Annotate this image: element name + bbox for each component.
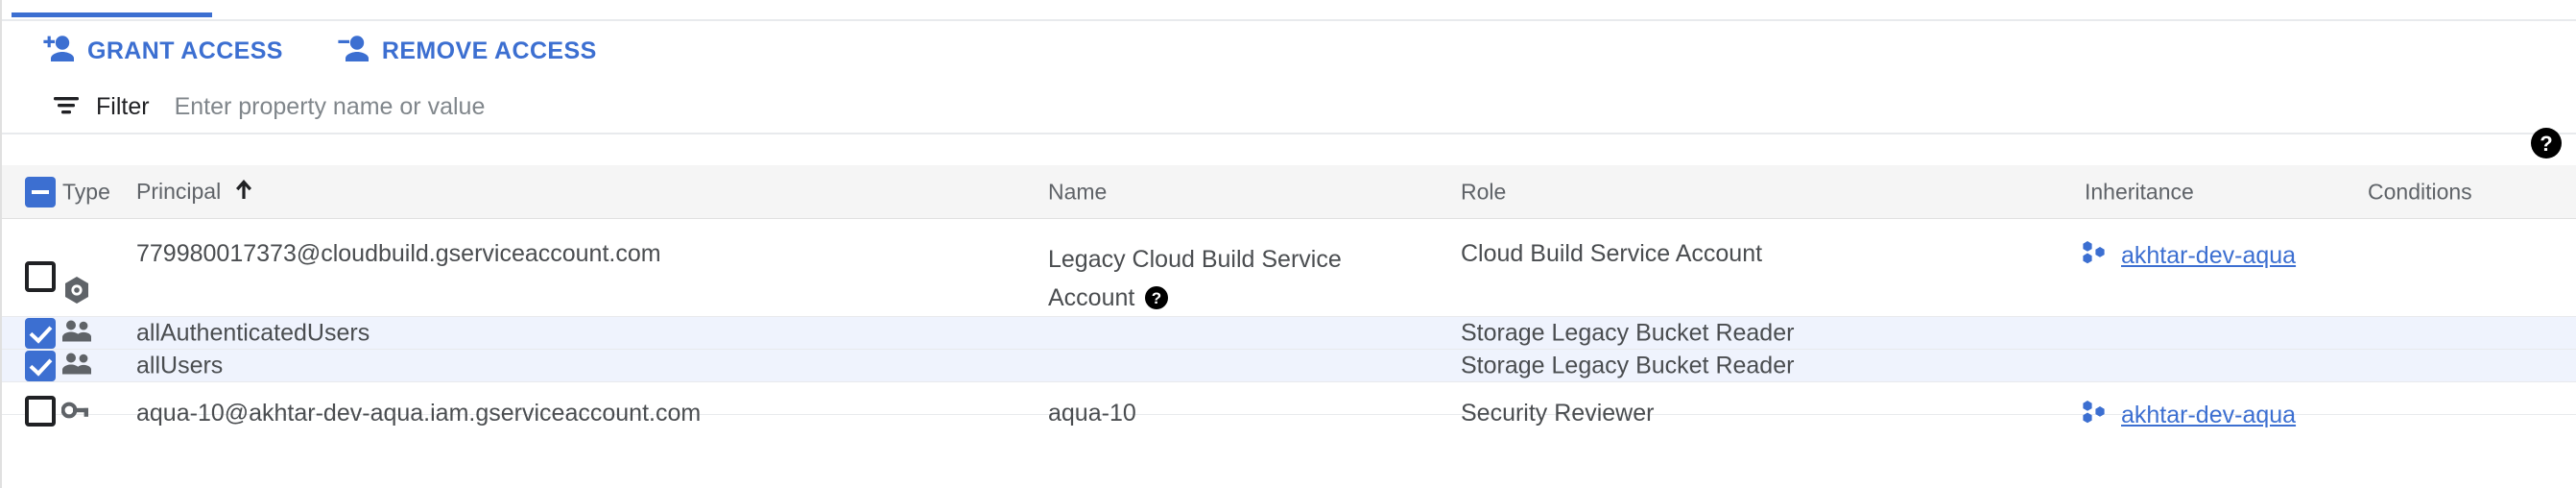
column-header-name[interactable]: Name	[1048, 179, 1107, 205]
remove-access-label: REMOVE ACCESS	[381, 37, 597, 64]
row-checkbox[interactable]	[25, 317, 56, 349]
person-remove-icon	[337, 34, 370, 69]
cell-principal: allUsers	[136, 352, 224, 378]
column-header-type[interactable]: Type	[62, 179, 110, 205]
grant-access-label: GRANT ACCESS	[87, 37, 283, 64]
tab-strip	[2, 0, 2576, 21]
cell-principal: 779980017373@cloudbuild.gserviceaccount.…	[136, 240, 661, 267]
row-checkbox[interactable]	[25, 396, 56, 427]
remove-access-button[interactable]: REMOVE ACCESS	[337, 26, 608, 77]
key-icon	[60, 396, 90, 429]
table-header-row: Type Principal Name Role Inheritance Con…	[2, 165, 2576, 219]
column-header-principal-label: Principal	[136, 179, 222, 204]
svg-text:?: ?	[2540, 132, 2552, 156]
group-icon	[61, 351, 92, 380]
help-circle-icon[interactable]: ?	[1144, 283, 1169, 322]
column-header-conditions[interactable]: Conditions	[2368, 179, 2472, 205]
active-tab-indicator	[12, 12, 212, 17]
table-row[interactable]: allAuthenticatedUsers Storage Legacy Buc…	[2, 317, 2576, 350]
column-header-inheritance[interactable]: Inheritance	[2085, 179, 2194, 205]
cell-name: Legacy Cloud Build Service Account?	[1048, 240, 1374, 322]
filter-input[interactable]	[174, 88, 1326, 125]
select-all-checkbox[interactable]	[25, 176, 56, 207]
cell-inheritance-label: akhtar-dev-aqua	[2121, 242, 2297, 269]
grant-access-button[interactable]: GRANT ACCESS	[42, 26, 295, 77]
row-checkbox[interactable]	[25, 350, 56, 381]
cell-role: Cloud Build Service Account	[1461, 240, 1763, 267]
column-header-principal[interactable]: Principal	[136, 178, 253, 207]
cell-inheritance-label: akhtar-dev-aqua	[2121, 402, 2297, 428]
table-row[interactable]: aqua-10@akhtar-dev-aqua.iam.gserviceacco…	[2, 382, 2576, 428]
cell-role: Storage Legacy Bucket Reader	[1461, 352, 1795, 378]
filter-bar: Filter	[2, 81, 2576, 134]
person-add-icon	[42, 34, 75, 69]
filter-list-icon[interactable]	[52, 93, 81, 121]
group-icon	[61, 318, 92, 348]
cell-principal: aqua-10@akhtar-dev-aqua.iam.gserviceacco…	[136, 400, 702, 427]
action-toolbar: GRANT ACCESS REMOVE ACCESS	[2, 21, 2576, 81]
cell-inheritance-link[interactable]: akhtar-dev-aqua	[2081, 400, 2296, 431]
cell-name-text: Legacy Cloud Build Service Account	[1048, 246, 1342, 311]
row-checkbox[interactable]	[25, 261, 56, 292]
table-row[interactable]: 779980017373@cloudbuild.gserviceaccount.…	[2, 219, 2576, 317]
project-icon	[2081, 400, 2108, 431]
project-icon	[2081, 240, 2108, 272]
column-header-role[interactable]: Role	[1461, 179, 1506, 205]
service-account-icon	[61, 275, 92, 310]
cell-principal: allAuthenticatedUsers	[136, 319, 370, 346]
help-circle-icon[interactable]: ?	[2530, 127, 2563, 164]
cell-inheritance-link[interactable]: akhtar-dev-aqua	[2081, 240, 2296, 272]
permissions-panel: GRANT ACCESS REMOVE ACCESS Filter Enter …	[0, 0, 2576, 488]
svg-text:?: ?	[1152, 289, 1161, 307]
filter-label: Filter	[96, 92, 150, 120]
cell-name: aqua-10	[1048, 400, 1136, 427]
cell-role: Storage Legacy Bucket Reader	[1461, 319, 1795, 346]
arrow-up-icon	[234, 178, 253, 207]
cell-role: Security Reviewer	[1461, 400, 1655, 427]
table-row[interactable]: allUsers Storage Legacy Bucket Reader	[2, 350, 2576, 382]
permissions-table: Type Principal Name Role Inheritance Con…	[2, 165, 2576, 428]
